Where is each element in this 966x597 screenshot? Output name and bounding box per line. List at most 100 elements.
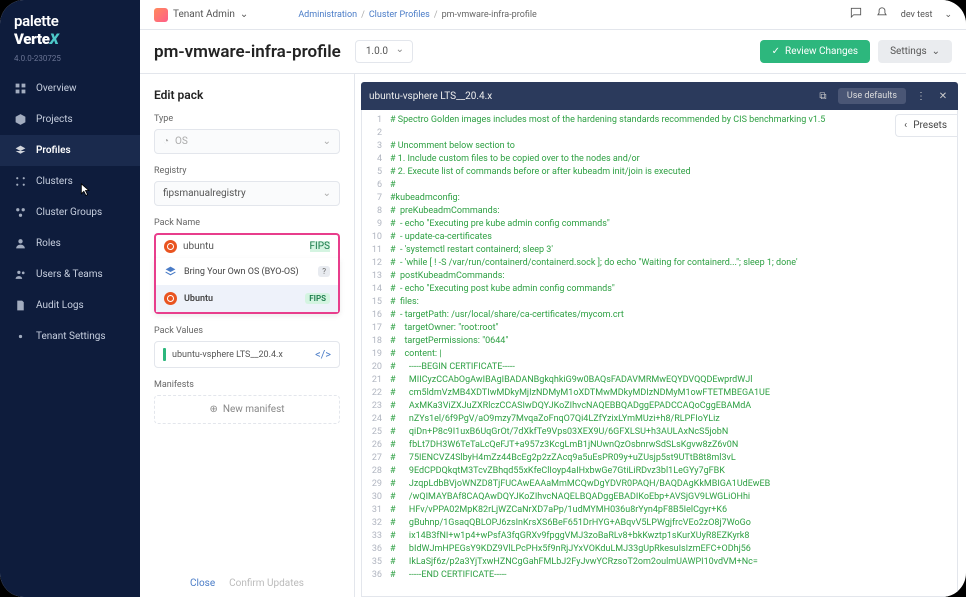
code-line[interactable]: 36# bIdWJmHPEGsY9KDZ9VlLPcPHx5f9nRjJYxVO… — [362, 543, 957, 556]
code-line[interactable]: 29# JzqpLdbBVjoWNZD8TjFUCAwEAAaMmMCQwDgY… — [362, 478, 957, 491]
sidebar-item-cluster-groups[interactable]: Cluster Groups — [0, 197, 140, 228]
line-content: # postKubeadmCommands: — [390, 270, 957, 283]
review-changes-button[interactable]: ✓ Review Changes — [760, 40, 870, 63]
line-content: # /wQIMAYBAf8CAQAwDQYJKoZIhvcNAQELBQADgg… — [390, 491, 957, 504]
code-line[interactable]: 33# ix14B3fNI+w1p4+wPsfA3fqGRXv9fpggVMJ3… — [362, 530, 957, 543]
line-content: # 1. Include custom files to be copied o… — [390, 153, 957, 166]
line-number: 6 — [362, 179, 390, 192]
bell-icon[interactable] — [875, 6, 889, 23]
line-number: 32 — [362, 517, 390, 530]
copy-icon[interactable]: ⧉ — [816, 89, 830, 103]
line-number: 26 — [362, 439, 390, 452]
use-defaults-button[interactable]: Use defaults — [838, 88, 906, 104]
line-content: # - targetPath: /usr/local/share/ca-cert… — [390, 309, 957, 322]
code-line[interactable]: 15# files: — [362, 296, 957, 309]
sidebar-item-clusters[interactable]: Clusters — [0, 166, 140, 197]
line-number: 19 — [362, 348, 390, 361]
code-line[interactable]: 18# targetPermissions: "0644" — [362, 335, 957, 348]
pack-option[interactable]: Bring Your Own OS (BYO-OS)? — [156, 258, 338, 285]
code-line[interactable]: 6# — [362, 179, 957, 192]
code-line[interactable]: 9# - echo "Executing pre kube admin conf… — [362, 218, 957, 231]
code-line[interactable]: 16# - targetPath: /usr/local/share/ca-ce… — [362, 309, 957, 322]
line-number: 18 — [362, 335, 390, 348]
code-line[interactable]: 21# MIICyzCCAbOgAwIBAgIBADANBgkqhkiG9w0B… — [362, 374, 957, 387]
close-icon[interactable]: ✕ — [936, 89, 950, 103]
line-number: 9 — [362, 218, 390, 231]
sidebar-item-tenant-settings[interactable]: Tenant Settings — [0, 321, 140, 352]
code-line[interactable]: 36# -----END CERTIFICATE----- — [362, 569, 957, 582]
chat-icon[interactable] — [849, 6, 863, 23]
tenant-selector[interactable]: Tenant Admin ⌄ — [154, 8, 248, 22]
brand-version: 4.0.0-230725 — [0, 54, 140, 73]
code-line[interactable]: 4# 1. Include custom files to be copied … — [362, 153, 957, 166]
code-line[interactable]: 32# gBuhnp/1GsaqQBLOPJ6zsInKrsXS6BeF651D… — [362, 517, 957, 530]
code-line[interactable]: 11# - 'systemctl restart containerd; sle… — [362, 244, 957, 257]
sidebar-item-label: Roles — [36, 238, 61, 249]
settings-button[interactable]: Settings ⌄ — [878, 40, 952, 63]
close-button[interactable]: Close — [190, 578, 215, 589]
code-line[interactable]: 35# IkLaSjf6z/p2a3YjTxwHZNCgGahFMLbJ2FyJ… — [362, 556, 957, 569]
code-line[interactable]: 30# /wQIMAYBAf8CAQAwDQYJKoZIhvcNAQELBQAD… — [362, 491, 957, 504]
breadcrumb-item[interactable]: Cluster Profiles — [369, 10, 430, 20]
sidebar-item-audit-logs[interactable]: Audit Logs — [0, 290, 140, 321]
line-content — [390, 127, 957, 140]
sidebar-item-overview[interactable]: Overview — [0, 73, 140, 104]
code-line[interactable]: 28# 9EdCPDQkqtM3TcvZBhqd55xKfeClIoyp4aIH… — [362, 465, 957, 478]
user-icon — [14, 237, 27, 250]
chevron-down-icon: ⌄ — [932, 46, 940, 57]
code-line[interactable]: 19# content: | — [362, 348, 957, 361]
code-line[interactable]: 12# - 'while [ ! -S /var/run/containerd/… — [362, 257, 957, 270]
version-select[interactable]: 1.0.0 — [355, 40, 413, 63]
code-line[interactable]: 13# postKubeadmCommands: — [362, 270, 957, 283]
sidebar-item-projects[interactable]: Projects — [0, 104, 140, 135]
mouse-cursor — [80, 183, 91, 198]
code-line[interactable]: 24# nZYs1el/6f9PgV/aO9mzy7MvqaZoFnqO7Qi4… — [362, 413, 957, 426]
pack-name-input[interactable]: ubuntu FIPS — [154, 233, 340, 258]
code-line[interactable]: 20# -----BEGIN CERTIFICATE----- — [362, 361, 957, 374]
code-line[interactable]: 25# qiDn+P8c9I1uxB6UqGrOt/7dXkfTe9Vps03X… — [362, 426, 957, 439]
line-number: 35 — [362, 556, 390, 569]
pack-search-value: ubuntu — [183, 241, 214, 252]
code-line[interactable]: 17# targetOwner: "root:root" — [362, 322, 957, 335]
file-icon — [14, 299, 27, 312]
registry-select[interactable]: fipsmanualregistry — [154, 181, 340, 206]
line-content: # JzqpLdbBVjoWNZD8TjFUCAwEAAaMmMCQwDgYDV… — [390, 478, 957, 491]
line-number: 16 — [362, 309, 390, 322]
ubuntu-icon — [164, 292, 177, 305]
code-line[interactable]: 14# - echo "Executing post kube admin co… — [362, 283, 957, 296]
code-line[interactable]: 26# fbLt7DH3W6TeTaLcQeFJT+a957z3KcgLmB1j… — [362, 439, 957, 452]
code-line[interactable]: 5# 2. Execute list of commands before or… — [362, 166, 957, 179]
line-number: 20 — [362, 361, 390, 374]
code-line[interactable]: 27# 75IENCVZ4SlbyH4mZz44BcEg2p2zZAcq9a5u… — [362, 452, 957, 465]
sidebar-item-profiles[interactable]: Profiles — [0, 135, 140, 166]
pack-value-row[interactable]: ubuntu-vsphere LTS__20.4.x </> — [154, 341, 340, 368]
presets-tab[interactable]: ‹ Presets — [895, 114, 957, 137]
line-number: 14 — [362, 283, 390, 296]
code-line[interactable]: 7#kubeadmconfig: — [362, 192, 957, 205]
sidebar-item-users-teams[interactable]: Users & Teams — [0, 259, 140, 290]
type-select: ◔ OS — [154, 129, 340, 154]
line-content: # content: | — [390, 348, 957, 361]
line-content: # 75IENCVZ4SlbyH4mZz44BcEg2p2zZAcq9a5uEs… — [390, 452, 957, 465]
code-icon[interactable]: </> — [315, 348, 331, 361]
code-line[interactable]: 8# preKubeadmCommands: — [362, 205, 957, 218]
code-line[interactable]: 10# - update-ca-certificates — [362, 231, 957, 244]
breadcrumb-item[interactable]: Administration — [298, 10, 357, 20]
code-line[interactable]: 3# Uncomment below section to — [362, 140, 957, 153]
new-manifest-button[interactable]: ⊕ New manifest — [154, 395, 340, 424]
line-content: # IkLaSjf6z/p2a3YjTxwHZNCgGahFMLbJ2FyJvw… — [390, 556, 957, 569]
code-line[interactable]: 23# AxMKa3ViZXJuZXRlczCCASIwDQYJKoZIhvcN… — [362, 400, 957, 413]
tenant-label: Tenant Admin — [173, 9, 235, 20]
code-line[interactable]: 1# Spectro Golden images includes most o… — [362, 114, 957, 127]
new-manifest-label: New manifest — [223, 404, 285, 415]
more-icon[interactable]: ⋮ — [914, 89, 928, 103]
code-body[interactable]: 1# Spectro Golden images includes most o… — [361, 110, 958, 597]
pack-option[interactable]: UbuntuFIPS — [156, 285, 338, 312]
line-content: # files: — [390, 296, 957, 309]
sidebar-item-roles[interactable]: Roles — [0, 228, 140, 259]
user-menu[interactable]: dev test — [901, 10, 933, 20]
disk-icon: ◔ — [163, 136, 169, 147]
code-line[interactable]: 31# HFv/vPPA02MpK82rLjWZCaNrXD7aPp/1udMY… — [362, 504, 957, 517]
code-line[interactable]: 22# cm5ldmVzMB4XDTIwMDkyMjIzNDMyM1oXDTMw… — [362, 387, 957, 400]
code-line[interactable]: 2 — [362, 127, 957, 140]
